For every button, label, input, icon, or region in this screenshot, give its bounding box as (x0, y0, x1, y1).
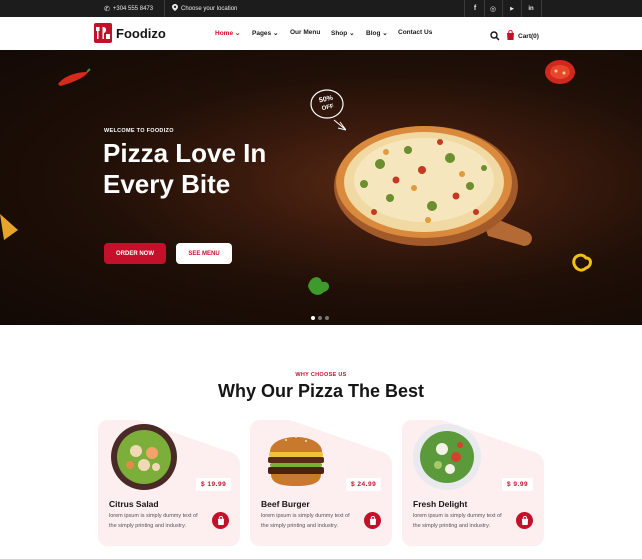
nav-contact[interactable]: Contact Us (398, 29, 432, 36)
page: ✆ +304 555 8473 Choose your location f ◎… (0, 0, 642, 559)
location-text: Choose your location (181, 5, 238, 12)
location-pin-icon (172, 4, 178, 13)
card-title: Beef Burger (261, 499, 310, 509)
nav-home[interactable]: Home ⌄ (215, 29, 240, 37)
nav-blog-label: Blog (366, 30, 381, 37)
cart-label: Cart(0) (518, 32, 539, 40)
phone-icon: ✆ (104, 5, 110, 13)
section-kicker: WHY CHOOSE US (295, 372, 347, 378)
tomato-slice-icon (545, 60, 575, 84)
youtube-glyph: ▶ (510, 5, 514, 12)
salad-image (111, 424, 177, 490)
card-description: lorem ipsum is simply dummy text of the … (261, 513, 350, 529)
price-tag: $ 9.99 (502, 478, 534, 491)
card-description: lorem ipsum is simply dummy text of the … (413, 513, 502, 529)
add-to-cart-button[interactable] (212, 512, 229, 529)
chevron-down-icon: ⌄ (349, 30, 355, 37)
linkedin-icon[interactable]: in (522, 0, 540, 17)
nav-pages[interactable]: Pages ⌄ (252, 29, 278, 37)
facebook-icon[interactable]: f (466, 0, 484, 17)
section-title: Why Our Pizza The Best (217, 381, 425, 401)
nav-blog[interactable]: Blog ⌄ (366, 29, 388, 37)
slider-dots (311, 316, 329, 320)
card-title: Citrus Salad (109, 499, 159, 509)
phone-number: +304 555 8473 (112, 5, 154, 12)
divider (164, 0, 165, 17)
phone-link[interactable]: ✆ +304 555 8473 (104, 0, 153, 17)
search-icon[interactable] (490, 28, 500, 46)
product-card[interactable]: $ 24.99 Beef Burger lorem ipsum is simpl… (250, 420, 392, 546)
chili-pepper-icon (58, 68, 91, 86)
basil-leaf-icon (308, 277, 330, 295)
facebook-glyph: f (473, 5, 477, 12)
card-title: Fresh Delight (413, 499, 468, 509)
chevron-down-icon: ⌄ (234, 30, 241, 37)
nav-our-menu[interactable]: Our Menu (290, 29, 320, 36)
add-to-cart-button[interactable] (516, 512, 533, 529)
location-selector[interactable]: Choose your location (172, 0, 237, 17)
cart-button[interactable]: Cart(0) (506, 27, 539, 45)
top-bar: ✆ +304 555 8473 Choose your location f ◎… (0, 0, 642, 17)
slider-dot-2[interactable] (318, 316, 322, 320)
fresh-salad-image (413, 424, 481, 490)
nav-our-menu-label: Our Menu (290, 29, 321, 36)
chevron-down-icon: ⌄ (382, 30, 388, 37)
nacho-chip-icon (0, 214, 18, 240)
nav-shop[interactable]: Shop ⌄ (331, 29, 355, 37)
logo-mark-icon (94, 23, 112, 43)
nav-contact-label: Contact Us (398, 29, 433, 36)
card-description: lorem ipsum is simply dummy text of the … (109, 513, 198, 529)
chevron-down-icon: ⌄ (272, 30, 279, 37)
see-menu-button[interactable]: SEE MENU (176, 243, 232, 264)
burger-image (268, 436, 324, 486)
nav-shop-label: Shop (331, 30, 348, 37)
brand-name: Foodizo (116, 25, 166, 41)
price-tag: $ 19.99 (196, 478, 232, 491)
pizza-image (334, 126, 532, 246)
instagram-icon[interactable]: ◎ (484, 0, 502, 17)
divider (541, 0, 542, 17)
instagram-glyph: ◎ (489, 5, 497, 13)
slider-dot-3[interactable] (325, 316, 329, 320)
price-tag: $ 24.99 (346, 478, 382, 491)
product-card[interactable]: $ 9.99 Fresh Delight lorem ipsum is simp… (402, 420, 544, 546)
shopping-bag-icon (217, 516, 224, 525)
add-to-cart-button[interactable] (364, 512, 381, 529)
logo[interactable]: Foodizo (94, 23, 166, 43)
shopping-bag-icon (506, 27, 515, 45)
shopping-bag-icon (521, 516, 528, 525)
shopping-bag-icon (369, 516, 376, 525)
hero-title: Pizza Love In Every Bite (103, 138, 267, 199)
pepper-ring-icon (572, 253, 592, 272)
hero-kicker: WELCOME TO FOODIZO (104, 128, 174, 134)
hero-slider: 50% OFF WELCOME TO FOODIZO Pizza Love In… (0, 50, 642, 325)
product-card[interactable]: $ 19.99 Citrus Salad lorem ipsum is simp… (98, 420, 240, 546)
linkedin-glyph: in (528, 5, 534, 12)
divider (464, 0, 465, 17)
nav-home-label: Home (215, 30, 234, 37)
nav-pages-label: Pages (252, 30, 272, 37)
youtube-icon[interactable]: ▶ (503, 0, 521, 17)
order-now-button[interactable]: ORDER NOW (104, 243, 166, 264)
slider-dot-1[interactable] (311, 316, 315, 320)
main-nav: Foodizo Home ⌄ Pages ⌄ Our Menu Shop ⌄ B… (0, 17, 642, 50)
